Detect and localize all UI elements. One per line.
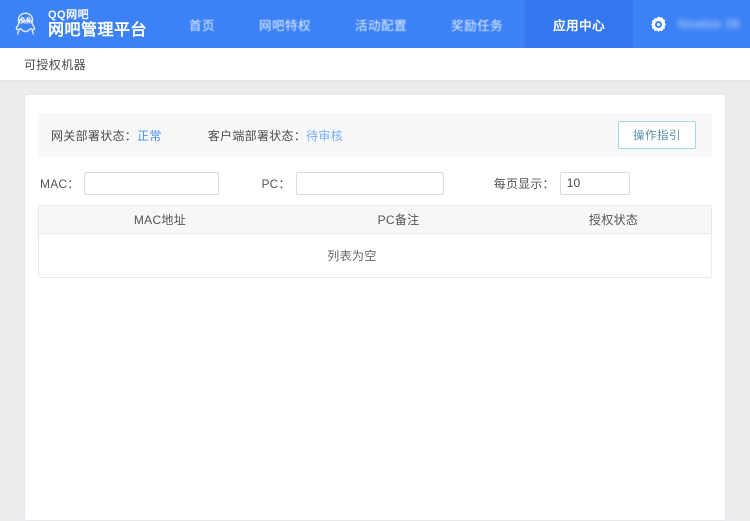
table-header-pc-note: PC备注 [281, 211, 516, 228]
client-status-value: 待审核 [306, 129, 343, 143]
nav-item-home[interactable]: 首页 [167, 0, 237, 48]
top-navigation-bar: Cafe QQ网吧 网吧管理平台 首页 网吧特权 活动配置 奖励任务 应用中心 … [0, 0, 750, 48]
page-body: 网关部署状态：正常 客户端部署状态：待审核 操作指引 MAC： PC： 每页显示… [0, 81, 750, 520]
content-card: 网关部署状态：正常 客户端部署状态：待审核 操作指引 MAC： PC： 每页显示… [25, 95, 725, 520]
brand-top-label: QQ网吧 [48, 10, 147, 21]
svg-text:Cafe: Cafe [19, 18, 33, 25]
gateway-status-value: 正常 [137, 129, 162, 143]
nav-spacer [633, 0, 648, 48]
page-size-field: 每页显示： [494, 172, 630, 195]
qq-cafe-penguin-logo-icon: Cafe [10, 9, 41, 40]
pc-filter-field: PC： [261, 172, 443, 195]
client-status: 客户端部署状态：待审核 [208, 127, 343, 144]
pc-filter-label: PC： [261, 175, 290, 192]
table-header-row: MAC地址 PC备注 授权状态 [39, 206, 711, 234]
nav-item-reward-task[interactable]: 奖励任务 [429, 0, 525, 48]
page-size-label: 每页显示： [494, 175, 555, 192]
filter-row: MAC： PC： 每页显示： [38, 161, 712, 205]
operation-guide-button[interactable]: 操作指引 [618, 121, 696, 149]
page-size-input[interactable] [560, 172, 630, 195]
gateway-status: 网关部署状态：正常 [51, 127, 162, 144]
breadcrumb-current-page: 可授权机器 [24, 56, 86, 73]
status-group: 网关部署状态：正常 客户端部署状态：待审核 [51, 127, 618, 144]
pc-search-input[interactable] [296, 172, 444, 195]
machines-table: MAC地址 PC备注 授权状态 列表为空 [38, 205, 712, 278]
nav-items-list: 首页 网吧特权 活动配置 奖励任务 应用中心 [167, 0, 633, 48]
gateway-status-label: 网关部署状态： [51, 129, 137, 143]
brand-main-label: 网吧管理平台 [48, 23, 147, 39]
breadcrumb: 可授权机器 [0, 48, 750, 81]
mac-filter-label: MAC： [40, 175, 79, 192]
brand-logo-group[interactable]: Cafe QQ网吧 网吧管理平台 [0, 0, 161, 48]
gear-icon[interactable] [648, 13, 670, 35]
table-header-mac-address: MAC地址 [39, 211, 281, 228]
table-empty-message: 列表为空 [327, 247, 423, 264]
table-header-auth-status: 授权状态 [516, 211, 711, 228]
deployment-status-banner: 网关部署状态：正常 客户端部署状态：待审核 操作指引 [38, 113, 712, 157]
nav-item-app-center[interactable]: 应用中心 [525, 0, 633, 48]
nav-right-group: Newbie 38 [648, 0, 750, 48]
brand-text-block: QQ网吧 网吧管理平台 [48, 10, 147, 39]
client-status-label: 客户端部署状态： [208, 129, 306, 143]
table-empty-state: 列表为空 [39, 234, 711, 277]
mac-filter-field: MAC： [40, 172, 219, 195]
nav-item-activity-config[interactable]: 活动配置 [333, 0, 429, 48]
mac-search-input[interactable] [84, 172, 219, 195]
nav-item-cafe-privilege[interactable]: 网吧特权 [237, 0, 333, 48]
username-label[interactable]: Newbie 38 [678, 17, 740, 31]
